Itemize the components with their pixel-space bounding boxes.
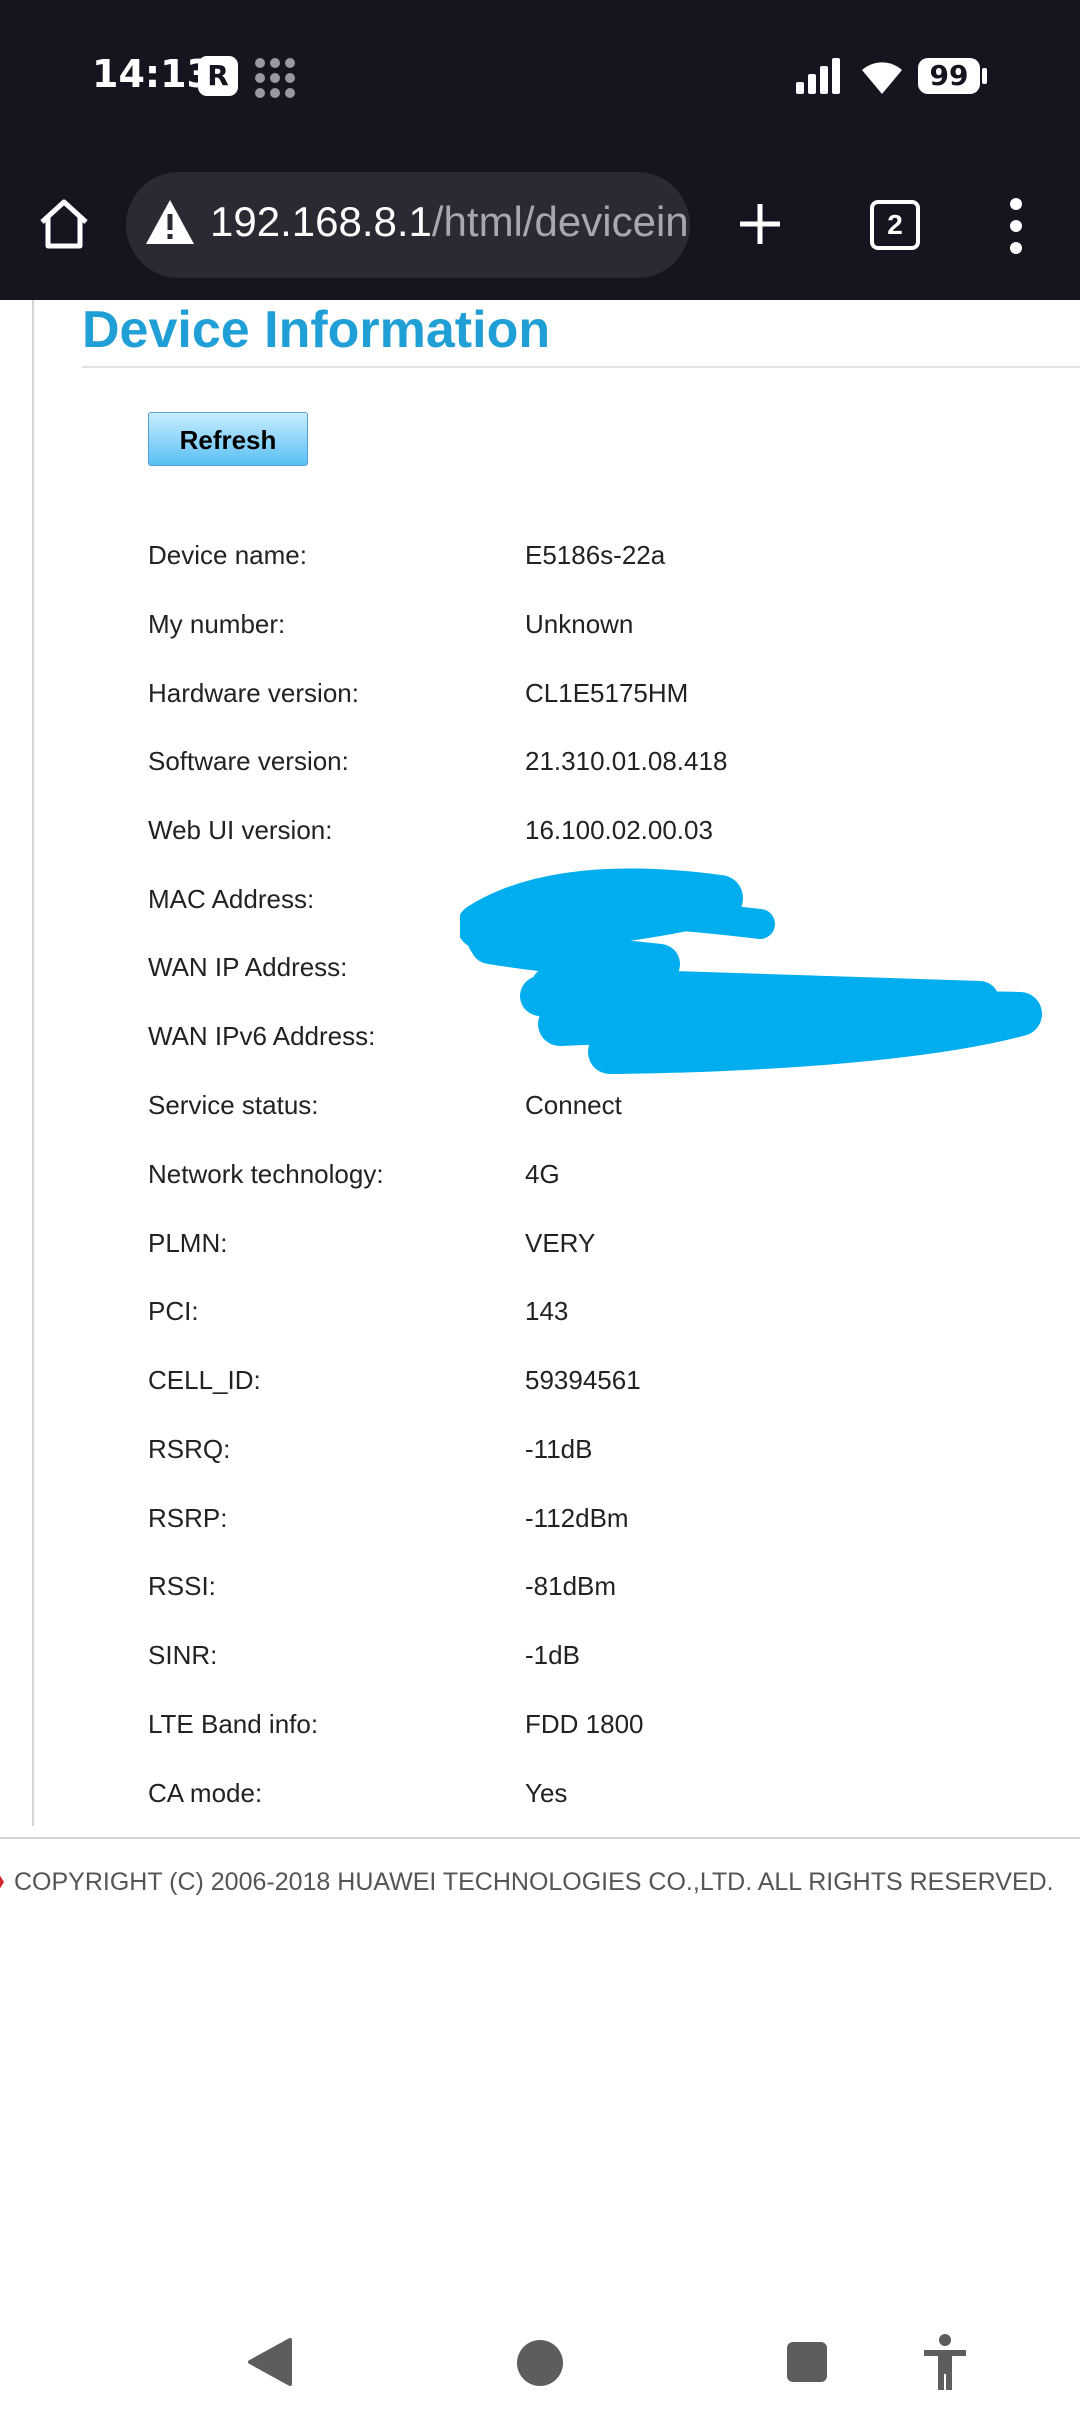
url-path: /html/devicein — [431, 198, 689, 245]
info-value: E5186s-22a — [525, 540, 666, 570]
info-label: Device name: — [148, 540, 307, 570]
more-vert-icon[interactable] — [1006, 198, 1026, 254]
info-value: -11dB — [525, 1434, 593, 1464]
info-label: CA mode: — [148, 1778, 263, 1808]
refresh-button[interactable]: Refresh — [148, 412, 308, 466]
info-label: LTE Band info: — [148, 1709, 319, 1739]
info-row-rsrq: RSRQ: -11dB — [148, 1434, 1048, 1474]
info-value: 21.310.01.08.418 — [525, 746, 728, 776]
info-row-service-status: Service status: Connect — [148, 1090, 1048, 1130]
info-value: 4G — [525, 1159, 560, 1189]
info-label: WAN IP Address: — [148, 952, 348, 982]
info-label: Software version: — [148, 746, 349, 776]
info-row-device-name: Device name: E5186s-22a — [148, 540, 1048, 580]
url-text[interactable]: 192.168.8.1/html/devicein — [210, 198, 689, 246]
info-value: -1dB — [525, 1640, 580, 1670]
info-label: RSRQ: — [148, 1434, 231, 1464]
page-title: Device Information — [82, 301, 551, 359]
info-label: MAC Address: — [148, 884, 315, 914]
info-value: CL1E5175HM — [525, 678, 689, 708]
back-icon[interactable] — [246, 2336, 294, 2388]
info-value: Connect — [525, 1090, 622, 1120]
info-label: My number: — [148, 609, 286, 639]
info-value: -112dBm — [525, 1503, 629, 1533]
info-label: Hardware version: — [148, 678, 359, 708]
info-label: SINR: — [148, 1640, 218, 1670]
info-value: VERY — [525, 1228, 596, 1258]
battery-indicator: 99 — [918, 58, 980, 94]
info-label: Web UI version: — [148, 815, 333, 845]
info-value: -81dBm — [525, 1571, 617, 1601]
wifi-icon — [862, 62, 902, 94]
info-label: PLMN: — [148, 1228, 228, 1258]
info-value: 59394561 — [525, 1365, 641, 1395]
info-row-web-ui-version: Web UI version: 16.100.02.00.03 — [148, 815, 1048, 855]
info-row-plmn: PLMN: VERY — [148, 1228, 1048, 1268]
info-value: 143 — [525, 1296, 569, 1326]
info-row-lte-band-info: LTE Band info: FDD 1800 — [148, 1709, 1048, 1749]
url-host: 192.168.8.1 — [210, 198, 432, 245]
info-value: Unknown — [525, 609, 634, 639]
info-label: RSRP: — [148, 1503, 228, 1533]
status-time: 14:13 — [92, 52, 213, 96]
info-row-rssi: RSSI: -81dBm — [148, 1571, 1048, 1611]
signal-icon — [796, 58, 840, 94]
info-row-software-version: Software version: 21.310.01.08.418 — [148, 746, 1048, 786]
tabs-icon[interactable]: 2 — [870, 200, 920, 250]
footer-divider — [0, 1837, 1080, 1839]
info-row-pci: PCI: 143 — [148, 1296, 1048, 1336]
redaction-scribble — [460, 868, 1042, 1074]
app-notification-icon: R — [198, 56, 238, 96]
warning-icon[interactable] — [144, 196, 196, 248]
info-label: PCI: — [148, 1296, 199, 1326]
info-label: CELL_ID: — [148, 1365, 261, 1395]
info-row-network-technology: Network technology: 4G — [148, 1159, 1048, 1199]
home-icon[interactable] — [36, 196, 92, 252]
info-row-hardware-version: Hardware version: CL1E5175HM — [148, 678, 1048, 718]
info-value: 16.100.02.00.03 — [525, 815, 713, 845]
recents-icon[interactable] — [787, 2342, 827, 2382]
info-row-rsrp: RSRP: -112dBm — [148, 1503, 1048, 1543]
grid-notification-icon — [255, 58, 297, 100]
plus-icon[interactable] — [736, 200, 784, 248]
info-row-cell-id: CELL_ID: 59394561 — [148, 1365, 1048, 1405]
huawei-logo-icon — [0, 1875, 4, 1889]
title-divider — [82, 366, 1080, 368]
left-divider — [32, 300, 34, 1826]
url-bar[interactable]: 192.168.8.1/html/devicein — [126, 172, 690, 278]
info-label: WAN IPv6 Address: — [148, 1021, 376, 1051]
info-value: FDD 1800 — [525, 1709, 644, 1739]
info-row-ca-mode: CA mode: Yes — [148, 1778, 1048, 1818]
battery-tip — [982, 68, 987, 84]
accessibility-icon[interactable] — [920, 2332, 970, 2392]
info-value: Yes — [525, 1778, 568, 1808]
info-label: Network technology: — [148, 1159, 384, 1189]
info-label: RSSI: — [148, 1571, 216, 1601]
home-circle-icon[interactable] — [517, 2340, 563, 2386]
info-row-sinr: SINR: -1dB — [148, 1640, 1048, 1680]
copyright-text: COPYRIGHT (C) 2006-2018 HUAWEI TECHNOLOG… — [14, 1868, 1054, 1896]
info-label: Service status: — [148, 1090, 319, 1120]
info-row-my-number: My number: Unknown — [148, 609, 1048, 649]
browser-chrome: 14:13 R 99 192.168.8.1/html/devicein 2 — [0, 0, 1080, 300]
